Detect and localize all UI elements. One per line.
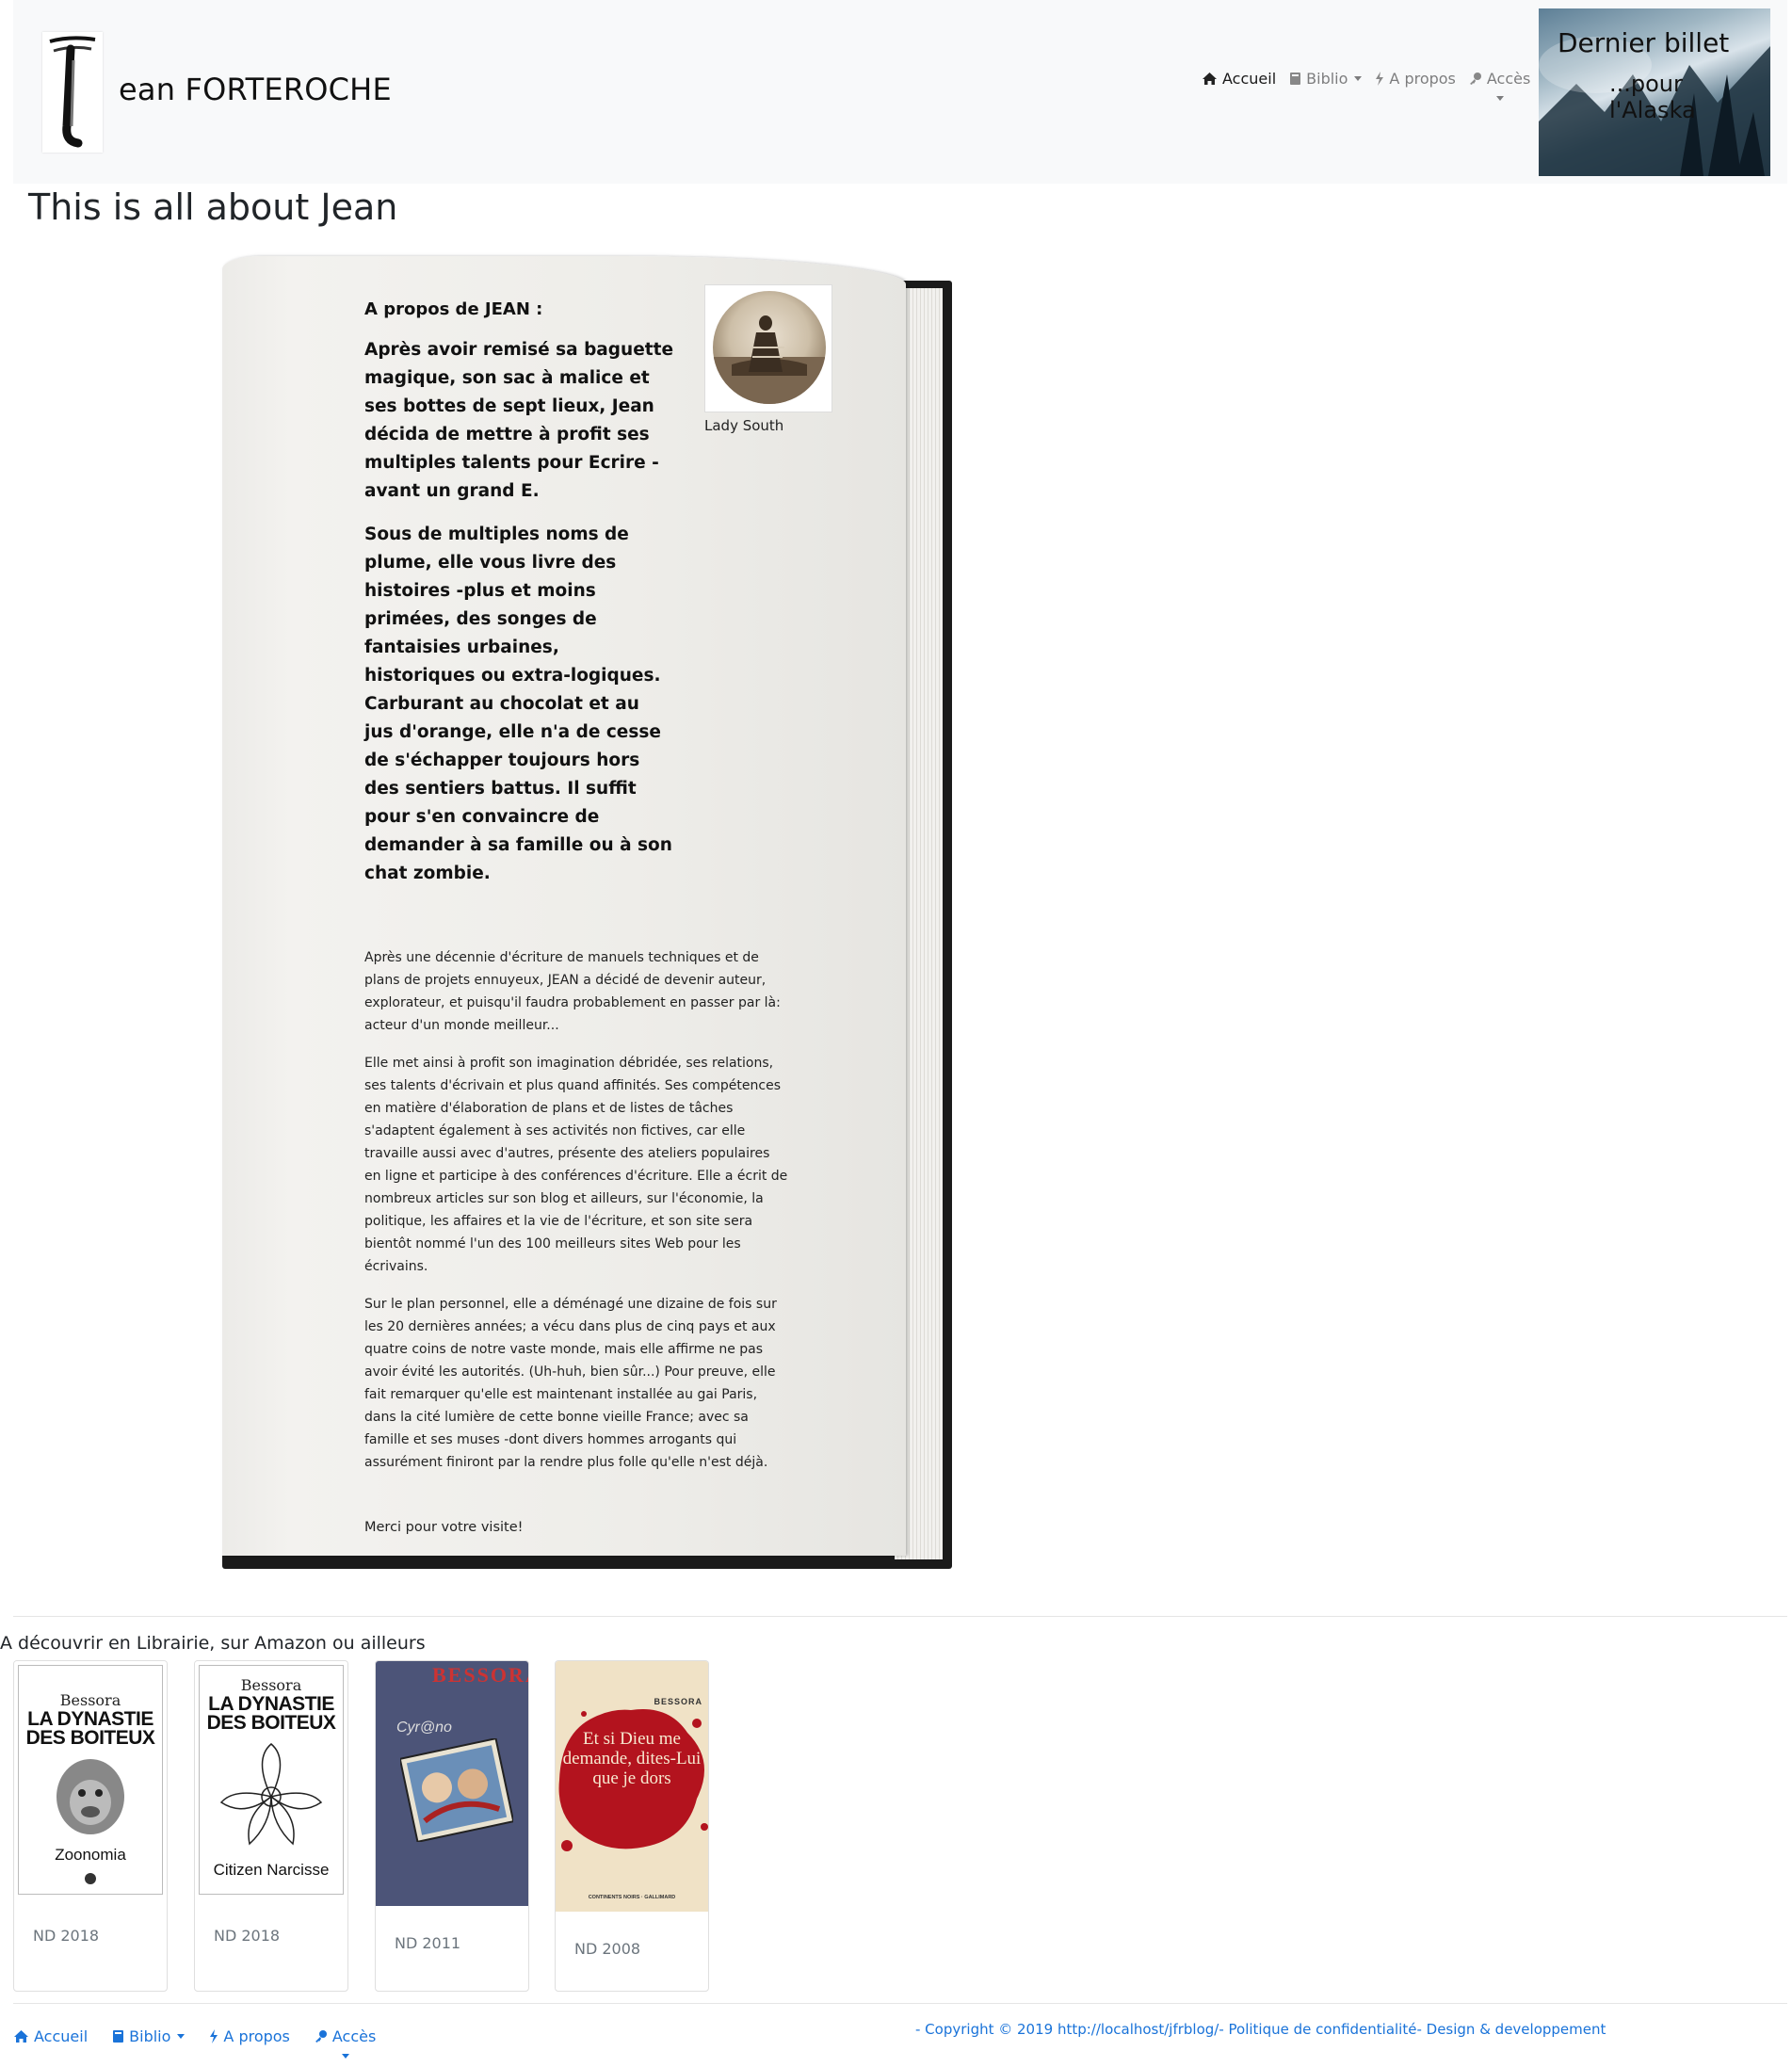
last-post-title: Dernier billet [1558,27,1730,58]
about-intro-paragraph: Après avoir remisé sa baguette magique, … [364,340,673,501]
key-icon [315,2029,328,2043]
chevron-down-icon [1495,96,1504,101]
footer-nav-apropos[interactable]: A propos [209,2027,290,2045]
bolt-icon [1375,72,1384,86]
about-intro-paragraph: Sous de multiples noms de plume, elle vo… [364,525,672,883]
book-footer: ND 2018 [33,1927,100,1945]
book-subtitle: Zoonomia [55,1846,126,1864]
footer-nav-biblio[interactable]: Biblio [112,2027,186,2045]
gorilla-illustration [57,1759,124,1834]
footer-nav-acces[interactable]: Accès [315,2027,377,2059]
book-card[interactable]: BESSORA Et si Dieu me demande, dites-Lui… [555,1660,709,1992]
nav-acces-label: Accès [1486,70,1531,88]
chevron-down-icon [341,2054,349,2059]
home-icon [13,2029,29,2043]
discover-title: A découvrir en Librairie, sur Amazon ou … [0,1633,426,1654]
book-title: Cyr@no [396,1720,452,1736]
header: ean FORTEROCHE Accueil Biblio A propos A… [13,0,1787,184]
photo-caption: Lady South [704,417,784,434]
nav-acces[interactable]: Accès [1469,70,1531,101]
book-cover[interactable]: BESSORA Et si Dieu me demande, dites-Lui… [556,1661,708,1912]
book-title: Et si Dieu me demande, dites-Lui que je … [562,1729,702,1788]
about-paragraph: Sur le plan personnel, elle a déménagé u… [364,1297,777,1470]
home-icon [1202,72,1218,86]
author-photo [704,284,832,412]
narcissus-illustration [219,1743,323,1846]
book-title: LA DYNASTIE DES BOITEUX [25,1708,155,1749]
main-nav: Accueil Biblio A propos Accès [1202,70,1531,101]
book-author: BESSORA [432,1663,528,1687]
chevron-down-icon [1354,76,1363,81]
book-card[interactable]: BESSORA Cyr@no ND 2011 [375,1660,529,1992]
book-author: Bessora [240,1676,302,1694]
book-footer: ND 2008 [574,1940,641,1958]
footer-nav-accueil[interactable]: Accueil [13,2027,88,2045]
book-title: LA DYNASTIE DES BOITEUX [206,1693,336,1734]
about-paragraph: Après une décennie d'écriture de manuels… [364,950,781,1033]
nav-accueil[interactable]: Accueil [1202,70,1276,88]
page-title: This is all about Jean [28,186,398,228]
nav-accueil-label: Accueil [1222,70,1277,88]
book-icon [112,2029,124,2043]
book-card[interactable]: Bessora LA DYNASTIE DES BOITEUX Zoonomia … [13,1660,168,1992]
chevron-down-icon [177,2034,186,2039]
last-post-subtitle: ...pour l'Alaska [1609,71,1696,123]
footer-nav: Accueil Biblio A propos Accès [13,2027,377,2059]
footer-nav-apropos-label: A propos [223,2027,290,2045]
key-icon [1469,72,1482,86]
nav-apropos[interactable]: A propos [1375,70,1456,88]
footer-nav-acces-label: Accès [331,2027,377,2045]
book-footer: ND 2018 [214,1927,281,1945]
about-paragraph: Elle met ainsi à profit son imagination … [364,1056,788,1274]
thanks-text: Merci pour votre visite! [364,1520,524,1535]
book-cover[interactable]: Bessora LA DYNASTIE DES BOITEUX Citizen N… [195,1661,347,1898]
section-divider [13,1616,1787,1617]
book-cover[interactable]: Bessora LA DYNASTIE DES BOITEUX Zoonomia [14,1661,167,1898]
book-author: Bessora [59,1691,121,1709]
book-publisher: CONTINENTS NOIRS · GALLIMARD [588,1895,676,1900]
book-footer: ND 2011 [395,1934,461,1952]
book-subtitle: Citizen Narcisse [213,1861,330,1879]
footer-divider [13,2003,1787,2004]
bolt-icon [209,2029,218,2043]
book-card[interactable]: Bessora LA DYNASTIE DES BOITEUX Citizen N… [194,1660,348,1992]
last-post-card[interactable]: Dernier billet ...pour l'Alaska [1539,8,1770,176]
nav-biblio-label: Biblio [1306,70,1348,88]
site-brand[interactable]: ean FORTEROCHE [119,72,392,107]
nav-apropos-label: A propos [1389,70,1456,88]
nav-biblio[interactable]: Biblio [1289,70,1363,88]
footer-nav-biblio-label: Biblio [129,2027,171,2045]
footer-nav-accueil-label: Accueil [34,2027,89,2045]
book-icon [1289,72,1301,86]
author-photo-image [713,291,826,404]
cyrano-illustration [400,1738,513,1842]
copyright-links[interactable]: - Copyright © 2019 http://localhost/jfrb… [915,2021,1606,2038]
about-text: A propos de JEAN : Après avoir remisé sa… [364,299,787,1489]
site-logo[interactable] [42,32,103,153]
book-cover[interactable]: BESSORA Cyr@no [376,1661,528,1906]
